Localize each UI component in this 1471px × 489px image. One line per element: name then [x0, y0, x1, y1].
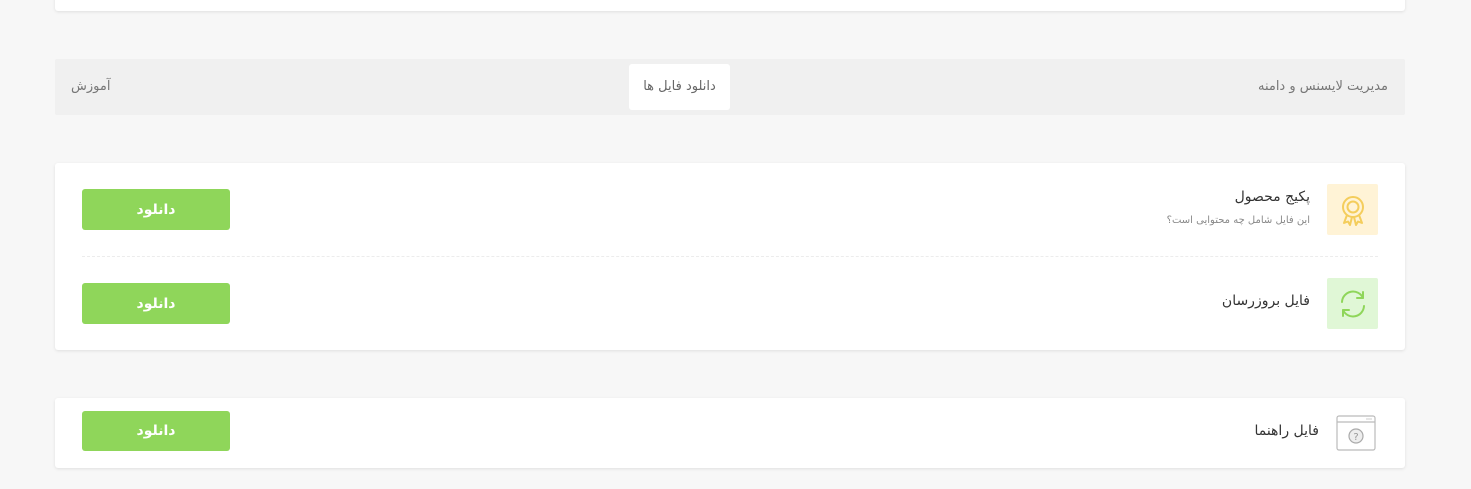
updater-file-title: فایل بروزرسان [1221, 293, 1310, 309]
product-package-subtitle: این فایل شامل چه محتوایی است؟ [1166, 215, 1310, 226]
top-card [55, 0, 1405, 11]
download-card: ? فایل راهنما دانلود [55, 398, 1405, 468]
divider [82, 256, 1378, 257]
sync-icon [1327, 278, 1378, 329]
guide-file-title: فایل راهنما [1254, 423, 1319, 439]
award-badge-icon [1327, 184, 1378, 235]
tab-bar: مدیریت لایسنس و دامنه دانلود فایل ها آمو… [55, 59, 1405, 115]
tab-license-management[interactable]: مدیریت لایسنس و دامنه [1258, 59, 1388, 115]
product-package-title: پکیج محصول [1234, 189, 1310, 205]
download-product-package-button[interactable]: دانلود [82, 189, 230, 230]
svg-text:?: ? [1353, 432, 1358, 443]
help-window-icon: ? [1336, 415, 1376, 451]
tab-tutorial[interactable]: آموزش [71, 59, 110, 115]
download-card: پکیج محصول این فایل شامل چه محتوایی است؟… [55, 163, 1405, 350]
download-updater-file-button[interactable]: دانلود [82, 283, 230, 324]
tab-downloads[interactable]: دانلود فایل ها [629, 64, 730, 110]
download-guide-file-button[interactable]: دانلود [82, 411, 230, 451]
